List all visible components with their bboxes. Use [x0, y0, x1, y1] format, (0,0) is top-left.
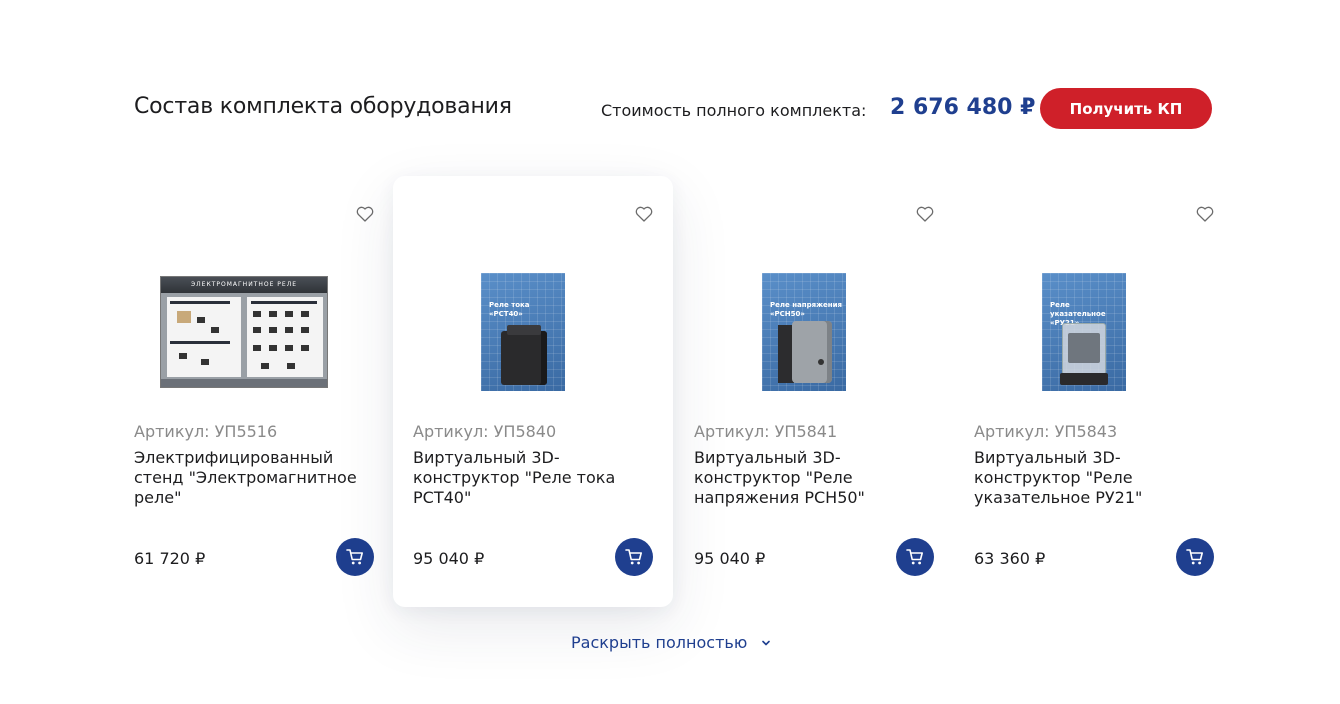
- section-title: Состав комплекта оборудования: [134, 94, 512, 119]
- heart-icon[interactable]: [916, 206, 934, 222]
- heart-icon[interactable]: [635, 206, 653, 222]
- product-price: 95 040 ₽: [413, 549, 485, 568]
- add-to-cart-button[interactable]: [336, 538, 374, 576]
- product-price: 63 360 ₽: [974, 549, 1046, 568]
- product-card[interactable]: Реле тока «РСТ40» Артикул: УП5840 Виртуа…: [393, 176, 673, 607]
- product-price: 61 720 ₽: [134, 549, 206, 568]
- cart-icon: [1186, 549, 1203, 565]
- product-card[interactable]: Реле напряжения «РСН50» Артикул: УП5841 …: [674, 176, 954, 607]
- heart-icon[interactable]: [356, 206, 374, 222]
- product-sku: Артикул: УП5841: [694, 422, 838, 441]
- heart-icon[interactable]: [1196, 206, 1214, 222]
- product-sku: Артикул: УП5840: [413, 422, 557, 441]
- product-name[interactable]: Виртуальный 3D-конструктор "Реле указате…: [974, 448, 1222, 508]
- expand-all-label: Раскрыть полностью: [571, 633, 748, 652]
- get-quote-button[interactable]: Получить КП: [1040, 88, 1212, 129]
- product-name[interactable]: Виртуальный 3D-конструктор "Реле тока РС…: [413, 448, 661, 508]
- cart-icon: [625, 549, 642, 565]
- add-to-cart-button[interactable]: [615, 538, 653, 576]
- product-image-caption: Реле тока «РСТ40»: [489, 301, 530, 318]
- product-image-caption: ЭЛЕКТРОМАГНИТНОЕ РЕЛЕ: [161, 277, 327, 293]
- total-cost-value: 2 676 480 ₽: [890, 95, 1036, 120]
- product-name[interactable]: Виртуальный 3D-конструктор "Реле напряже…: [694, 448, 942, 508]
- chevron-down-icon: [762, 640, 771, 645]
- product-image[interactable]: Реле тока «РСТ40»: [423, 270, 623, 394]
- expand-all-link[interactable]: Раскрыть полностью: [571, 633, 771, 652]
- product-card[interactable]: ЭЛЕКТРОМАГНИТНОЕ РЕЛЕ Артикул: УП5516 Эл…: [114, 176, 394, 607]
- cart-icon: [906, 549, 923, 565]
- total-cost-label: Стоимость полного комплекта:: [601, 101, 867, 120]
- product-sku: Артикул: УП5516: [134, 422, 278, 441]
- product-price: 95 040 ₽: [694, 549, 766, 568]
- product-card[interactable]: Реле указательное «РУ21» Артикул: УП5843…: [954, 176, 1234, 607]
- product-image[interactable]: Реле напряжения «РСН50»: [704, 270, 904, 394]
- add-to-cart-button[interactable]: [1176, 538, 1214, 576]
- product-sku: Артикул: УП5843: [974, 422, 1118, 441]
- product-image[interactable]: ЭЛЕКТРОМАГНИТНОЕ РЕЛЕ: [144, 270, 344, 394]
- product-name[interactable]: Электрифицированный стенд "Электромагнит…: [134, 448, 382, 508]
- product-image-caption: Реле напряжения «РСН50»: [770, 301, 843, 318]
- cart-icon: [346, 549, 363, 565]
- product-image[interactable]: Реле указательное «РУ21»: [984, 270, 1184, 394]
- add-to-cart-button[interactable]: [896, 538, 934, 576]
